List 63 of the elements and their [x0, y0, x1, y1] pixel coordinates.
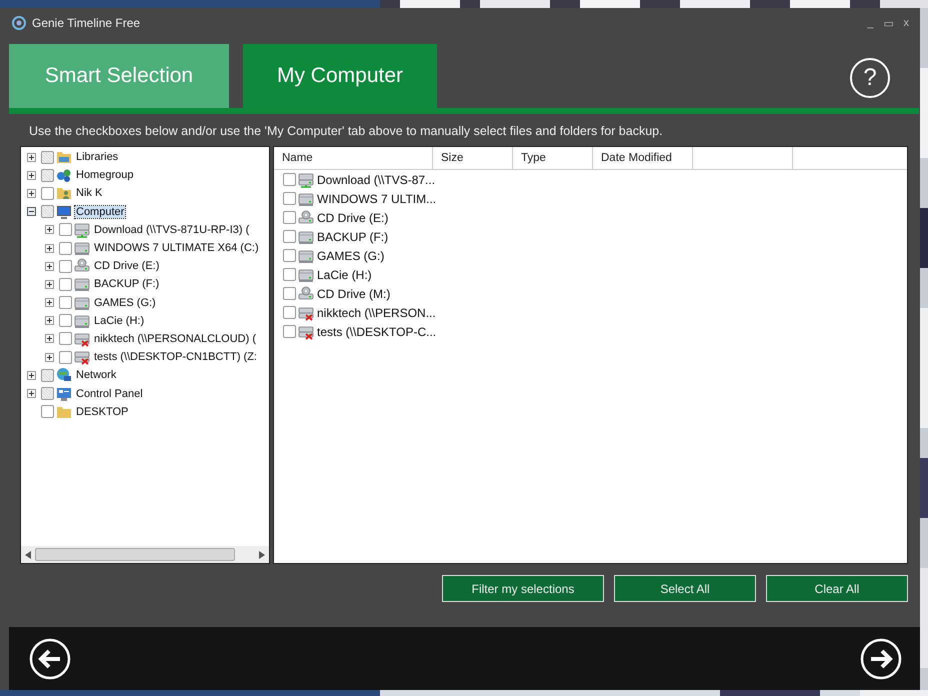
- column-header[interactable]: Size: [433, 147, 513, 169]
- checkbox[interactable]: [283, 173, 296, 186]
- cd-drive-icon: [298, 286, 314, 302]
- app-logo-icon: [12, 16, 26, 30]
- list-item[interactable]: CD Drive (M:): [317, 286, 390, 300]
- scroll-right-icon[interactable]: [259, 550, 265, 558]
- disconnected-drive-icon: [74, 330, 90, 347]
- tree-item[interactable]: DESKTOP: [75, 406, 130, 418]
- checkbox[interactable]: [283, 306, 296, 319]
- list-item[interactable]: WINDOWS 7 ULTIM...: [317, 192, 436, 206]
- help-button[interactable]: ?: [850, 58, 890, 98]
- hard-drive-icon: [74, 294, 90, 311]
- checkbox[interactable]: [283, 192, 296, 205]
- window-control[interactable]: _: [864, 16, 876, 30]
- network-drive-icon: [298, 172, 314, 188]
- checkbox[interactable]: [283, 325, 296, 338]
- network-drive-icon: [74, 222, 90, 238]
- checkbox[interactable]: [283, 268, 296, 281]
- hard-drive-icon: [74, 312, 90, 329]
- checkbox[interactable]: [283, 211, 296, 224]
- hard-drive-icon: [298, 190, 314, 206]
- cd-drive-icon: [298, 210, 314, 226]
- window-control[interactable]: x: [900, 16, 912, 30]
- control-panel-icon: [56, 386, 72, 402]
- list-item[interactable]: LaCie (H:): [317, 268, 372, 282]
- disconnected-drive-icon: [298, 324, 314, 340]
- instruction-text: Use the checkboxes below and/or use the 'My Computer' tab above to manually select files and folders for backup.: [29, 124, 664, 138]
- action-button[interactable]: Clear All: [766, 575, 908, 602]
- checkbox[interactable]: [283, 287, 296, 300]
- tree-item[interactable]: Nik K: [75, 187, 104, 200]
- action-button[interactable]: Filter my selections: [442, 575, 604, 602]
- computer-icon: [56, 204, 72, 220]
- checkbox[interactable]: [283, 249, 296, 262]
- list-item[interactable]: CD Drive (E:): [317, 210, 388, 224]
- network-icon: [56, 367, 72, 384]
- window-control[interactable]: ▭: [880, 16, 896, 30]
- column-header[interactable]: Type: [513, 147, 593, 169]
- disconnected-drive-icon: [74, 349, 90, 366]
- library-folder-icon: [56, 149, 72, 166]
- checkbox[interactable]: [41, 405, 54, 418]
- horizontal-scrollbar[interactable]: [21, 546, 269, 563]
- hard-drive-icon: [298, 248, 314, 264]
- disconnected-drive-icon: [298, 304, 314, 320]
- action-button[interactable]: Select All: [614, 575, 756, 602]
- hard-drive-icon: [298, 266, 314, 282]
- column-header[interactable]: Date Modified: [593, 147, 693, 169]
- window-title: Genie Timeline Free: [32, 16, 140, 30]
- checkbox[interactable]: [283, 230, 296, 243]
- hard-drive-icon: [74, 240, 90, 256]
- scroll-left-icon[interactable]: [25, 550, 31, 558]
- checkbox[interactable]: [41, 186, 54, 200]
- tab[interactable]: My Computer: [243, 44, 437, 108]
- cd-drive-icon: [74, 258, 90, 274]
- hard-drive-icon: [298, 228, 314, 244]
- hard-drive-icon: [74, 276, 90, 292]
- user-folder-icon: [56, 185, 72, 202]
- homegroup-icon: [56, 167, 72, 184]
- column-header[interactable]: Name: [274, 147, 433, 169]
- list-item[interactable]: Download (\\TVS-87...: [317, 172, 436, 186]
- list-item[interactable]: BACKUP (F:): [317, 230, 388, 244]
- list-item[interactable]: GAMES (G:): [317, 248, 384, 262]
- list-item[interactable]: tests (\\DESKTOP-C...: [317, 324, 436, 338]
- list-item[interactable]: nikktech (\\PERSON...: [317, 306, 436, 320]
